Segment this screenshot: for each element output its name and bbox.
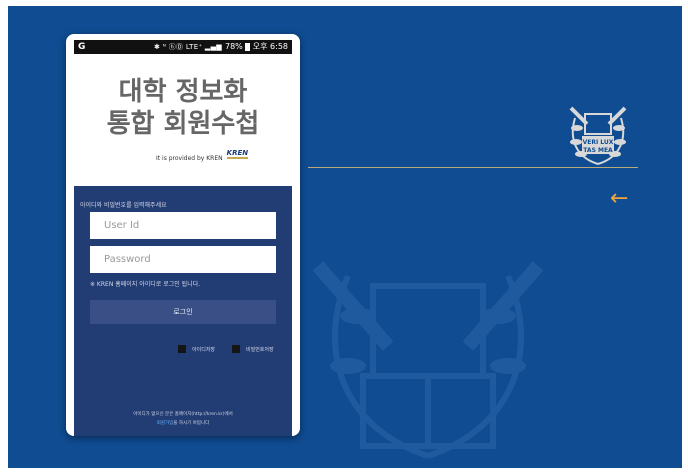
- save-password-checkbox-box[interactable]: [232, 345, 240, 353]
- provider-text: It is provided by KREN: [156, 154, 223, 162]
- save-id-label: 아이디저장: [192, 346, 216, 353]
- save-id-checkbox-box[interactable]: [178, 345, 186, 353]
- app-title-line2: 통합 회원수첩: [106, 109, 260, 139]
- seal-motto-bottom: TAS MEA: [583, 147, 613, 154]
- seal-motto-top: VERI LUX: [583, 139, 614, 146]
- login-button[interactable]: 로그인: [90, 300, 276, 324]
- footer-line2: 회원가입을 하시기 바랍니다: [74, 420, 292, 426]
- university-seal-icon: VERI LUX TAS MEA: [569, 106, 627, 165]
- login-notice: ※ KREN 홈페이지 아이디로 로그인 됩니다.: [90, 281, 201, 288]
- kren-logo: KREN: [226, 149, 249, 159]
- status-time: 오후 6:58: [252, 42, 288, 51]
- footer-line1: 아이디가 없으신 분은 홈페이지(http://kren.kr)에서: [133, 412, 233, 417]
- seal-watermark-icon: [312, 261, 544, 459]
- status-battery-percent: 78%: [224, 42, 243, 51]
- footer-line2-text: 을 하시기 바랍니다: [173, 421, 210, 426]
- password-input[interactable]: [90, 246, 276, 273]
- login-panel: 아이디와 비밀번호를 입력해주세요 ※ KREN 홈페이지 아이디로 로그인 됩…: [74, 186, 292, 436]
- header-divider: [308, 167, 638, 168]
- battery-icon: [244, 43, 250, 51]
- signup-link[interactable]: 회원가입: [157, 421, 174, 426]
- save-id-checkbox[interactable]: 아이디저장: [178, 345, 215, 353]
- status-app-icon: G: [78, 42, 86, 52]
- status-bar: G ✱ ᴺ ⓗⒹ LTE⁺ ▂▄▆ 78% 오후 6:58: [74, 40, 292, 54]
- save-password-label: 비밀번호저장: [246, 346, 274, 353]
- login-prompt: 아이디와 비밀번호를 입력해주세요: [80, 202, 167, 209]
- user-id-input[interactable]: [90, 212, 276, 239]
- app-title-line1: 대학 정보화: [118, 77, 248, 107]
- back-arrow-icon[interactable]: ←: [610, 188, 634, 210]
- save-password-checkbox[interactable]: 비밀번호저장: [232, 345, 274, 353]
- provider-credit: It is provided by KREN KREN: [156, 149, 249, 163]
- status-signal-icons: ✱ ᴺ ⓗⒹ LTE⁺ ▂▄▆: [153, 43, 222, 51]
- phone-frame: G ✱ ᴺ ⓗⒹ LTE⁺ ▂▄▆ 78% 오후 6:58 대학 정보화 통합 …: [66, 34, 300, 436]
